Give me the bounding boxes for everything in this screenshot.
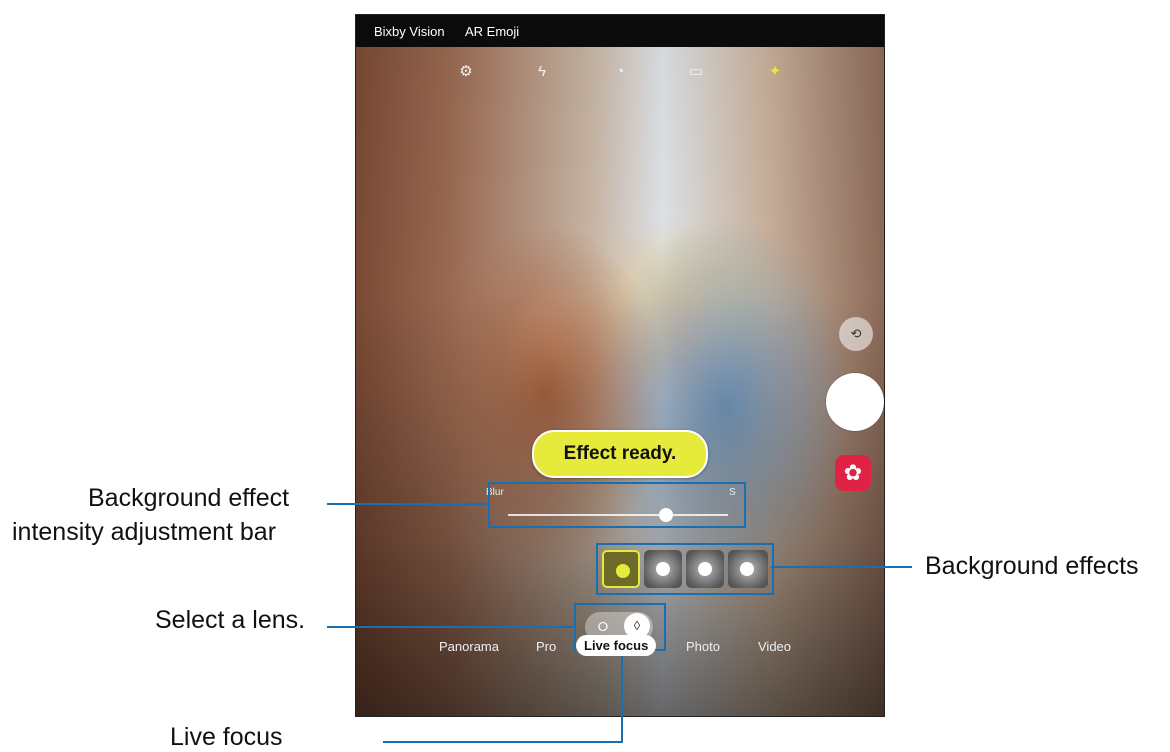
- settings-icon[interactable]: ⚙: [454, 61, 478, 83]
- switch-camera-icon[interactable]: ⟲: [839, 317, 873, 351]
- mode-pro[interactable]: Pro: [536, 639, 556, 654]
- camera-preview-screen: Bixby Vision AR Emoji ⚙ ϟ ◔ ▭ ✦ ⟲ ✿ Effe…: [355, 14, 885, 717]
- callout-line-effects: [771, 566, 912, 568]
- effect-ready-badge: Effect ready.: [532, 430, 708, 478]
- top-bar: Bixby Vision AR Emoji: [356, 15, 884, 47]
- mode-video[interactable]: Video: [758, 639, 791, 654]
- ar-emoji-button[interactable]: AR Emoji: [465, 24, 519, 39]
- filters-icon[interactable]: ✦: [763, 61, 787, 83]
- flash-off-icon[interactable]: ϟ: [530, 61, 554, 83]
- callout-lens: Select a lens.: [155, 606, 306, 634]
- callout-intensity-line2: intensity adjustment bar: [12, 518, 277, 546]
- callout-live-focus: Live focus: [170, 723, 283, 751]
- bixby-vision-button[interactable]: Bixby Vision: [374, 24, 445, 39]
- bixby-camera-icon[interactable]: ✿: [835, 455, 871, 491]
- effects-highlight: [596, 543, 774, 595]
- timer-off-icon[interactable]: ◔: [608, 61, 632, 83]
- aspect-ratio-icon[interactable]: ▭: [684, 61, 708, 83]
- callout-line-live-focus-v: [621, 656, 623, 743]
- callout-line-lens: [327, 626, 574, 628]
- intensity-slider-highlight: [488, 482, 746, 528]
- callout-line-live-focus-h: [383, 741, 623, 743]
- mode-panorama[interactable]: Panorama: [439, 639, 499, 654]
- shutter-button[interactable]: [826, 373, 884, 431]
- mode-live-focus[interactable]: Live focus: [576, 635, 657, 656]
- callout-line-intensity: [327, 503, 487, 505]
- mode-photo[interactable]: Photo: [686, 639, 720, 654]
- callout-effects: Background effects: [925, 552, 1139, 580]
- callout-intensity-line1: Background effect: [88, 484, 290, 512]
